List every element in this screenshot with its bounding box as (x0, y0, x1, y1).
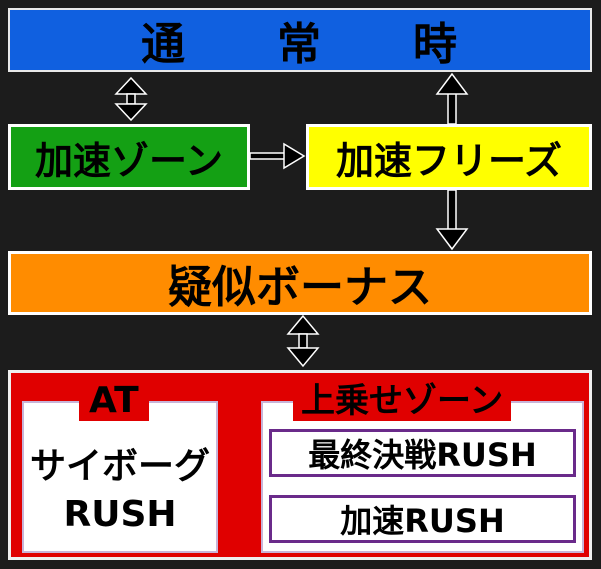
normal-state-char-1: 通 (141, 19, 187, 70)
kasoku-freeze-box: 加速フリーズ (306, 124, 592, 190)
arrow-freeze-gijibonus (435, 189, 469, 251)
kasoku-zone-box: 加速ゾーン (8, 124, 250, 190)
kasoku-rush-box: 加速RUSH (269, 495, 576, 543)
at-line-2: RUSH (63, 494, 177, 535)
saishu-kessen-rush-box: 最終決戦RUSH (269, 429, 576, 477)
saishu-kessen-rush-label: 最終決戦RUSH (308, 436, 537, 474)
kasoku-zone-label: 加速ゾーン (34, 138, 224, 183)
kasoku-freeze-label: 加速フリーズ (335, 138, 563, 183)
at-section: AT サイボーグ RUSH 上乗せゾーン 最終決戦RUSH 加速RUSH (8, 370, 592, 560)
at-box: AT サイボーグ RUSH (22, 381, 218, 553)
uwanose-zone-title: 上乗せゾーン (293, 381, 512, 421)
giji-bonus-box: 疑似ボーナス (8, 251, 592, 315)
arrow-gijibonus-at (286, 314, 320, 368)
arrow-freeze-normal (435, 72, 469, 125)
arrow-kasokuzone-freeze (249, 142, 306, 170)
at-body: サイボーグ RUSH (24, 443, 216, 539)
normal-state-char-2: 常 (277, 19, 323, 70)
normal-state-char-3: 時 (413, 19, 459, 70)
kasoku-rush-label: 加速RUSH (340, 502, 505, 540)
arrow-normal-kasokuzone (114, 76, 148, 122)
at-title: AT (79, 381, 149, 421)
normal-state-box: 通 常 時 (8, 8, 592, 72)
uwanose-zone-box: 上乗せゾーン 最終決戦RUSH 加速RUSH (261, 381, 584, 553)
giji-bonus-label: 疑似ボーナス (168, 262, 432, 313)
at-line-1: サイボーグ (29, 446, 210, 487)
